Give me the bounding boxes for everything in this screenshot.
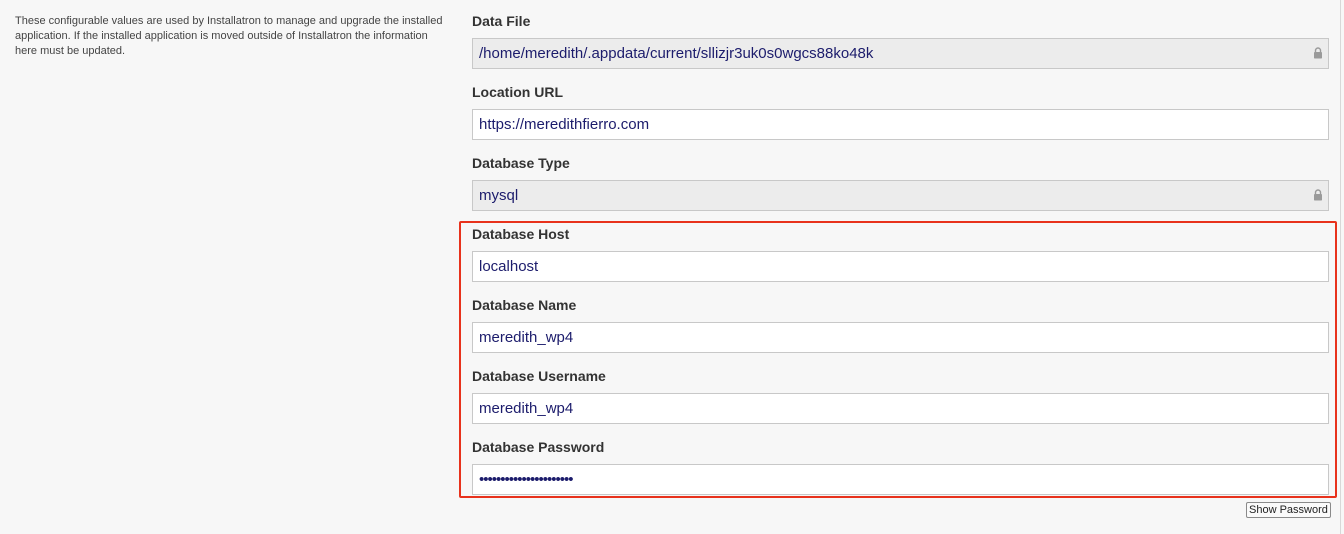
show-password-button[interactable]: Show Password [1246, 502, 1331, 518]
lock-icon [1314, 189, 1322, 201]
location-url-label: Location URL [472, 84, 563, 100]
database-host-input[interactable] [472, 251, 1329, 282]
lock-icon [1314, 47, 1322, 59]
database-host-label: Database Host [472, 226, 570, 242]
database-password-input[interactable] [472, 464, 1329, 495]
data-file-label: Data File [472, 13, 531, 29]
location-url-input[interactable] [472, 109, 1329, 140]
database-password-label: Database Password [472, 439, 605, 455]
database-name-input[interactable] [472, 322, 1329, 353]
database-username-label: Database Username [472, 368, 606, 384]
database-type-input[interactable] [472, 180, 1329, 211]
data-file-input[interactable] [472, 38, 1329, 69]
settings-panel: These configurable values are used by In… [0, 0, 1341, 534]
configuration-description: These configurable values are used by In… [15, 15, 443, 57]
database-type-label: Database Type [472, 155, 570, 171]
database-username-input[interactable] [472, 393, 1329, 424]
database-name-label: Database Name [472, 297, 577, 313]
